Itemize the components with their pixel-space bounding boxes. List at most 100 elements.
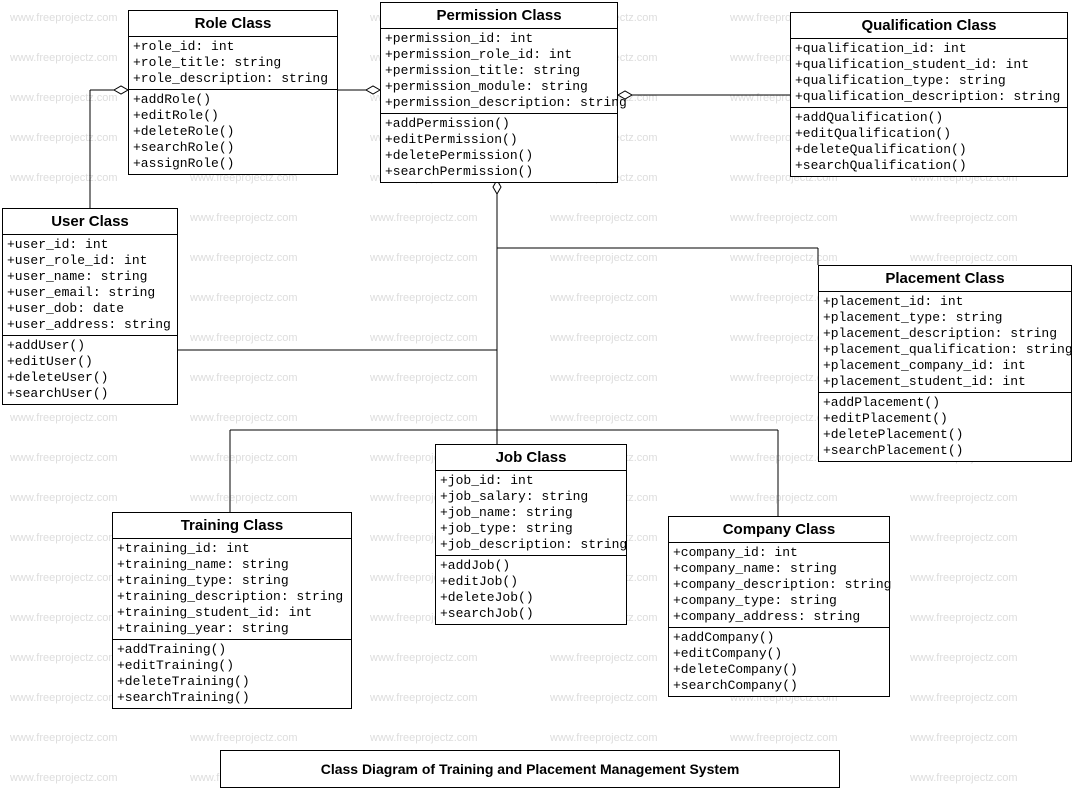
class-member: +placement_id: int — [823, 294, 1067, 310]
class-member: +user_dob: date — [7, 301, 173, 317]
class-member: +placement_qualification: string — [823, 342, 1067, 358]
class-member: +deleteJob() — [440, 590, 622, 606]
class-member: +user_id: int — [7, 237, 173, 253]
class-member: +deletePermission() — [385, 148, 613, 164]
class-member: +editTraining() — [117, 658, 347, 674]
class-title: Job Class — [436, 445, 626, 471]
class-member: +role_description: string — [133, 71, 333, 87]
class-member: +assignRole() — [133, 156, 333, 172]
class-user: User Class +user_id: int+user_role_id: i… — [2, 208, 178, 405]
class-member: +placement_student_id: int — [823, 374, 1067, 390]
class-permission: Permission Class +permission_id: int+per… — [380, 2, 618, 183]
class-title: Company Class — [669, 517, 889, 543]
class-member: +user_name: string — [7, 269, 173, 285]
class-member: +addQualification() — [795, 110, 1063, 126]
class-member: +placement_description: string — [823, 326, 1067, 342]
class-job: Job Class +job_id: int+job_salary: strin… — [435, 444, 627, 625]
class-member: +deleteQualification() — [795, 142, 1063, 158]
class-operations: +addRole()+editRole()+deleteRole()+searc… — [129, 90, 337, 174]
class-member: +editJob() — [440, 574, 622, 590]
class-member: +deleteTraining() — [117, 674, 347, 690]
class-member: +qualification_description: string — [795, 89, 1063, 105]
class-member: +deletePlacement() — [823, 427, 1067, 443]
class-attributes: +user_id: int+user_role_id: int+user_nam… — [3, 235, 177, 336]
class-member: +addUser() — [7, 338, 173, 354]
class-member: +permission_role_id: int — [385, 47, 613, 63]
class-member: +editCompany() — [673, 646, 885, 662]
class-member: +job_type: string — [440, 521, 622, 537]
class-attributes: +qualification_id: int+qualification_stu… — [791, 39, 1067, 108]
class-member: +addPermission() — [385, 116, 613, 132]
class-operations: +addCompany()+editCompany()+deleteCompan… — [669, 628, 889, 696]
class-attributes: +training_id: int+training_name: string+… — [113, 539, 351, 640]
class-training: Training Class +training_id: int+trainin… — [112, 512, 352, 709]
class-member: +permission_title: string — [385, 63, 613, 79]
class-member: +job_description: string — [440, 537, 622, 553]
class-member: +editPlacement() — [823, 411, 1067, 427]
class-member: +addRole() — [133, 92, 333, 108]
class-company: Company Class +company_id: int+company_n… — [668, 516, 890, 697]
class-member: +company_type: string — [673, 593, 885, 609]
class-operations: +addQualification()+editQualification()+… — [791, 108, 1067, 176]
class-member: +company_address: string — [673, 609, 885, 625]
class-operations: +addPlacement()+editPlacement()+deletePl… — [819, 393, 1071, 461]
class-member: +training_id: int — [117, 541, 347, 557]
class-operations: +addPermission()+editPermission()+delete… — [381, 114, 617, 182]
class-member: +job_id: int — [440, 473, 622, 489]
class-member: +user_email: string — [7, 285, 173, 301]
class-member: +training_type: string — [117, 573, 347, 589]
class-placement: Placement Class +placement_id: int+place… — [818, 265, 1072, 462]
class-member: +qualification_type: string — [795, 73, 1063, 89]
class-member: +company_id: int — [673, 545, 885, 561]
class-operations: +addJob()+editJob()+deleteJob()+searchJo… — [436, 556, 626, 624]
class-member: +placement_company_id: int — [823, 358, 1067, 374]
class-operations: +addUser()+editUser()+deleteUser()+searc… — [3, 336, 177, 404]
class-member: +user_role_id: int — [7, 253, 173, 269]
class-member: +deleteRole() — [133, 124, 333, 140]
class-member: +editPermission() — [385, 132, 613, 148]
class-member: +addPlacement() — [823, 395, 1067, 411]
class-member: +placement_type: string — [823, 310, 1067, 326]
class-operations: +addTraining()+editTraining()+deleteTrai… — [113, 640, 351, 708]
class-member: +company_description: string — [673, 577, 885, 593]
class-member: +permission_id: int — [385, 31, 613, 47]
class-member: +training_description: string — [117, 589, 347, 605]
class-title: Permission Class — [381, 3, 617, 29]
class-qualification: Qualification Class +qualification_id: i… — [790, 12, 1068, 177]
class-member: +role_title: string — [133, 55, 333, 71]
class-attributes: +job_id: int+job_salary: string+job_name… — [436, 471, 626, 556]
class-member: +deleteUser() — [7, 370, 173, 386]
class-member: +training_year: string — [117, 621, 347, 637]
class-member: +job_salary: string — [440, 489, 622, 505]
class-attributes: +permission_id: int+permission_role_id: … — [381, 29, 617, 114]
class-attributes: +placement_id: int+placement_type: strin… — [819, 292, 1071, 393]
class-title: Placement Class — [819, 266, 1071, 292]
class-title: Qualification Class — [791, 13, 1067, 39]
class-role: Role Class +role_id: int+role_title: str… — [128, 10, 338, 175]
class-title: User Class — [3, 209, 177, 235]
class-member: +job_name: string — [440, 505, 622, 521]
class-member: +addTraining() — [117, 642, 347, 658]
class-member: +deleteCompany() — [673, 662, 885, 678]
class-member: +qualification_student_id: int — [795, 57, 1063, 73]
class-member: +permission_module: string — [385, 79, 613, 95]
class-member: +permission_description: string — [385, 95, 613, 111]
class-member: +searchQualification() — [795, 158, 1063, 174]
class-title: Training Class — [113, 513, 351, 539]
class-member: +role_id: int — [133, 39, 333, 55]
class-member: +editRole() — [133, 108, 333, 124]
class-member: +searchUser() — [7, 386, 173, 402]
class-member: +training_student_id: int — [117, 605, 347, 621]
class-member: +editQualification() — [795, 126, 1063, 142]
class-title: Role Class — [129, 11, 337, 37]
class-member: +addJob() — [440, 558, 622, 574]
class-attributes: +role_id: int+role_title: string+role_de… — [129, 37, 337, 90]
class-member: +searchTraining() — [117, 690, 347, 706]
class-member: +searchRole() — [133, 140, 333, 156]
class-member: +searchPlacement() — [823, 443, 1067, 459]
diagram-caption: Class Diagram of Training and Placement … — [220, 750, 840, 788]
class-member: +training_name: string — [117, 557, 347, 573]
class-member: +company_name: string — [673, 561, 885, 577]
class-member: +searchPermission() — [385, 164, 613, 180]
class-member: +searchCompany() — [673, 678, 885, 694]
